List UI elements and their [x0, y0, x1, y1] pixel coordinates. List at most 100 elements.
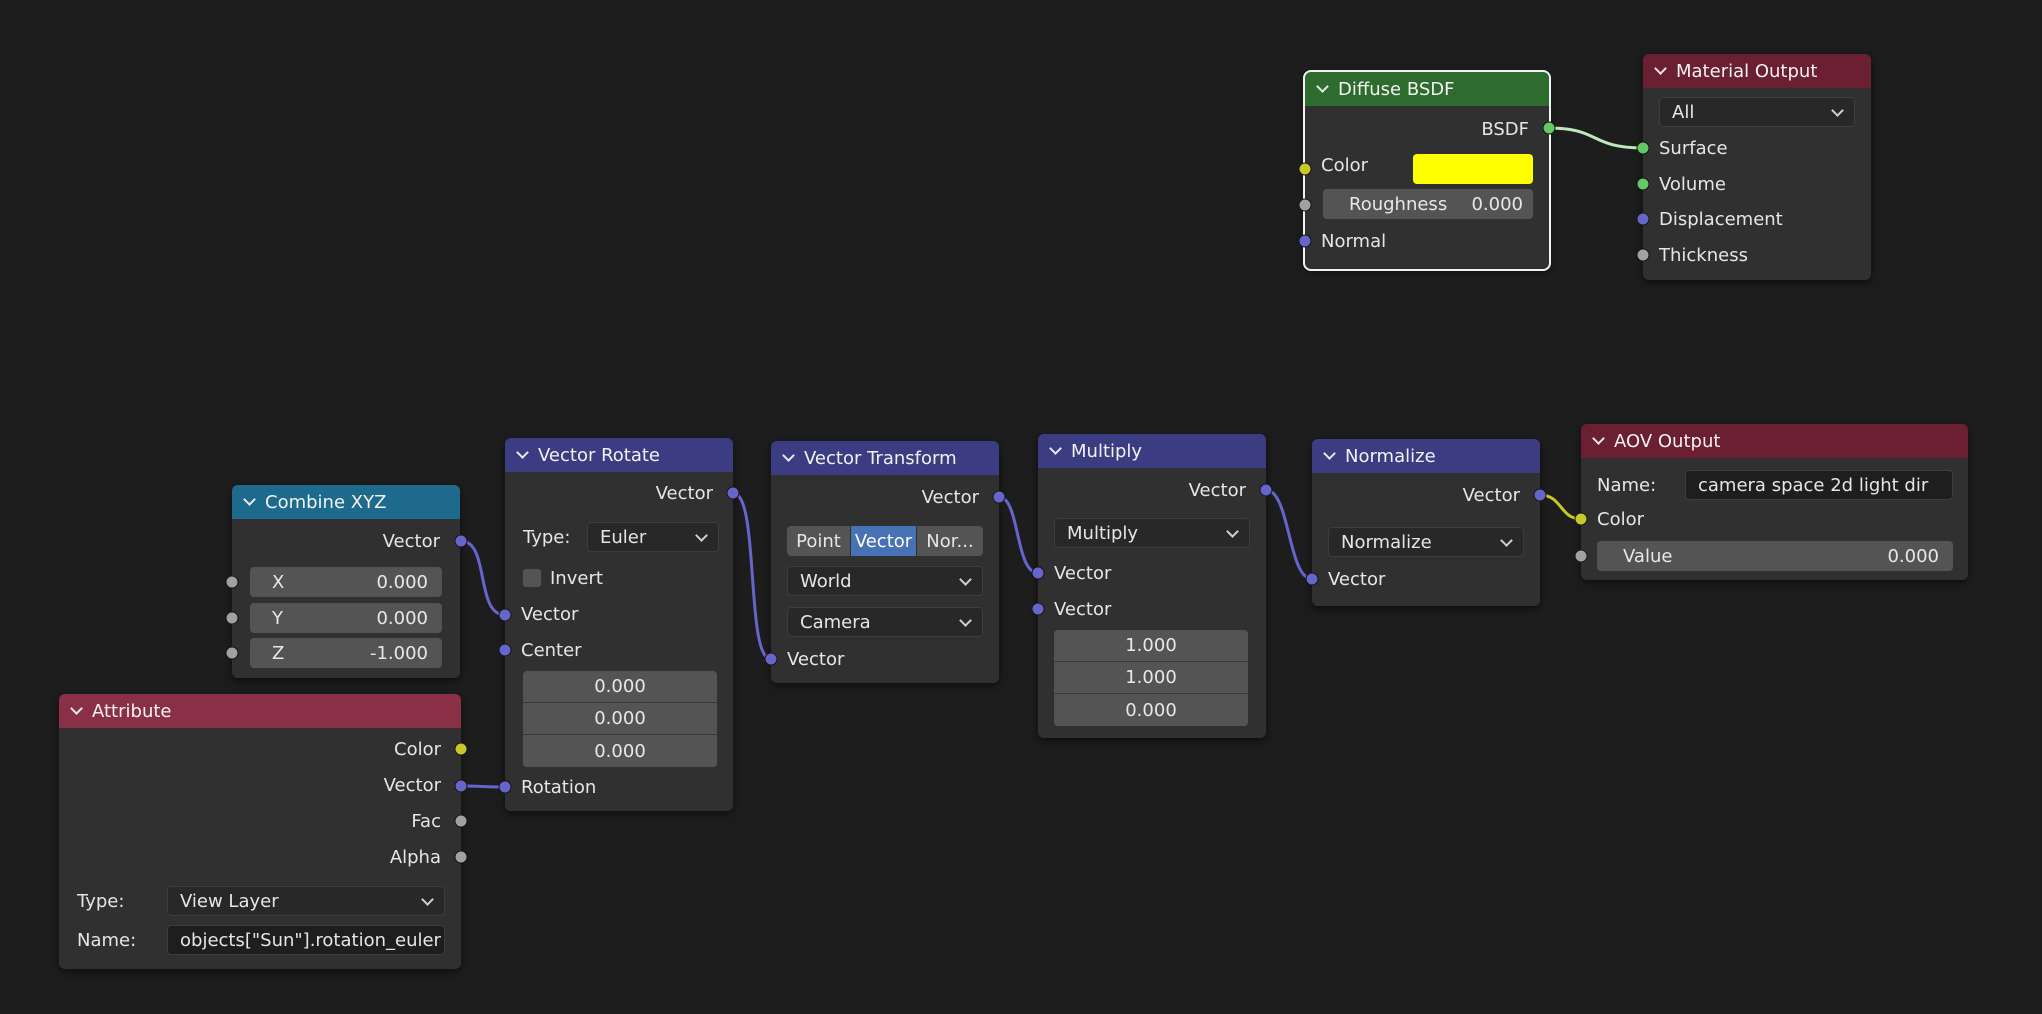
node-header[interactable]: Normalize [1312, 439, 1540, 473]
collapse-chevron-icon[interactable] [244, 494, 256, 506]
input-value: objects["Sun"].rotation_euler [180, 929, 441, 951]
vector-b-z-field[interactable]: 0.000 [1054, 694, 1248, 726]
link-attribute-to-rotate [460, 784, 506, 789]
node-diffuse-bsdf[interactable]: Diffuse BSDF BSDF Color Roughness 0.000 … [1303, 70, 1551, 271]
name-label: Name: [1597, 474, 1657, 496]
checkbox-box[interactable] [523, 569, 541, 587]
operation-dropdown[interactable]: Multiply [1054, 518, 1250, 548]
dropdown-value: View Layer [180, 890, 279, 912]
roughness-field[interactable]: Roughness 0.000 [1323, 189, 1533, 219]
z-field[interactable]: Z -1.000 [250, 638, 442, 668]
node-vector-rotate[interactable]: Vector Rotate Vector Type: Euler Invert … [505, 438, 733, 811]
vector-b-fields[interactable]: 1.000 1.000 0.000 [1054, 630, 1248, 726]
input-row-center: Center [505, 635, 733, 665]
input-label: Surface [1659, 137, 1728, 159]
input-label: Vector [1328, 568, 1386, 590]
type-dropdown[interactable]: View Layer [167, 886, 445, 916]
output-label: Vector [655, 482, 713, 504]
node-attribute[interactable]: Attribute Color Vector Fac Alpha Type: V… [59, 694, 461, 969]
node-title: Attribute [92, 700, 172, 722]
collapse-chevron-icon[interactable] [1324, 448, 1336, 460]
input-row-normal: Normal [1305, 226, 1549, 256]
name-input[interactable]: objects["Sun"].rotation_euler [167, 925, 445, 955]
collapse-chevron-icon[interactable] [783, 450, 795, 462]
node-header[interactable]: Combine XYZ [232, 485, 460, 519]
output-row: Vector [505, 478, 733, 508]
input-label: Vector [521, 603, 579, 625]
toggle-point[interactable]: Point [787, 526, 851, 556]
node-header[interactable]: Vector Rotate [505, 438, 733, 472]
toggle-vector[interactable]: Vector [851, 526, 917, 556]
node-header[interactable]: AOV Output [1581, 424, 1968, 458]
node-header[interactable]: Vector Transform [771, 441, 999, 475]
field-label: Y [272, 607, 283, 629]
chevron-down-icon [959, 614, 972, 627]
output-row: Vector [1038, 475, 1266, 505]
vector-b-y-field[interactable]: 1.000 [1054, 662, 1248, 694]
field-value: 0.000 [376, 607, 428, 629]
value-field[interactable]: Value 0.000 [1597, 541, 1953, 571]
input-row-vector: Vector [1312, 564, 1540, 594]
dropdown-value: World [800, 570, 852, 592]
node-header[interactable]: Material Output [1643, 54, 1871, 88]
field-value: -1.000 [369, 642, 428, 664]
input-label: Color [1597, 508, 1644, 530]
link-rotate-to-transform [732, 491, 772, 661]
node-combine-xyz[interactable]: Combine XYZ Vector X 0.000 Y 0.000 Z -1.… [232, 485, 460, 678]
dropdown-value: Multiply [1067, 522, 1139, 544]
collapse-chevron-icon[interactable] [71, 703, 83, 715]
node-aov-output[interactable]: AOV Output Name: camera space 2d light d… [1581, 424, 1968, 580]
node-title: Normalize [1345, 445, 1436, 467]
link-combine-to-rotate [460, 539, 506, 617]
x-field[interactable]: X 0.000 [250, 567, 442, 597]
invert-checkbox[interactable]: Invert [523, 563, 603, 593]
vector-b-x-field[interactable]: 1.000 [1054, 630, 1248, 662]
input-label: Vector [1054, 562, 1112, 584]
collapse-chevron-icon[interactable] [1655, 63, 1667, 75]
input-row-vector-b: Vector [1038, 594, 1266, 624]
node-normalize[interactable]: Normalize Vector Normalize Vector [1312, 439, 1540, 606]
color-swatch[interactable] [1413, 154, 1533, 184]
input-row-vector-a: Vector [1038, 558, 1266, 588]
output-label: Vector [383, 774, 441, 796]
node-header[interactable]: Diffuse BSDF [1305, 72, 1549, 106]
node-material-output[interactable]: Material Output All Surface Volume Displ… [1643, 54, 1871, 280]
chevron-down-icon [1226, 525, 1239, 538]
node-vector-transform[interactable]: Vector Transform Vector Point Vector Nor… [771, 441, 999, 683]
y-field[interactable]: Y 0.000 [250, 603, 442, 633]
name-label: Name: [77, 929, 137, 951]
from-space-dropdown[interactable]: World [787, 566, 983, 596]
collapse-chevron-icon[interactable] [1593, 433, 1605, 445]
field-label: Value [1623, 545, 1673, 567]
node-multiply[interactable]: Multiply Vector Multiply Vector Vector 1… [1038, 434, 1266, 738]
input-row-volume: Volume [1643, 169, 1871, 199]
input-label: Vector [1054, 598, 1112, 620]
node-header[interactable]: Attribute [59, 694, 461, 728]
center-vector-fields[interactable]: 0.000 0.000 0.000 [523, 671, 717, 767]
type-dropdown[interactable]: Euler [587, 522, 719, 552]
center-y-field[interactable]: 0.000 [523, 703, 717, 735]
output-row: Vector [1312, 480, 1540, 510]
center-x-field[interactable]: 0.000 [523, 671, 717, 703]
to-space-dropdown[interactable]: Camera [787, 607, 983, 637]
dropdown-value: Normalize [1341, 531, 1432, 553]
link-normalize-to-aov [1539, 493, 1582, 521]
center-z-field[interactable]: 0.000 [523, 735, 717, 767]
field-label: X [272, 571, 285, 593]
type-toggle[interactable]: Point Vector Nor... [787, 526, 983, 556]
input-label: Rotation [521, 776, 597, 798]
node-header[interactable]: Multiply [1038, 434, 1266, 468]
node-title: Vector Transform [804, 447, 957, 469]
input-row-vector: Vector [505, 599, 733, 629]
input-label: Thickness [1659, 244, 1748, 266]
toggle-normal[interactable]: Nor... [917, 526, 983, 556]
collapse-chevron-icon[interactable] [1050, 443, 1062, 455]
output-label: Vector [382, 530, 440, 552]
aov-name-input[interactable]: camera space 2d light dir [1685, 470, 1953, 500]
operation-dropdown[interactable]: Normalize [1328, 527, 1524, 557]
target-dropdown[interactable]: All [1659, 97, 1855, 127]
link-bsdf-to-surface [1548, 126, 1644, 150]
collapse-chevron-icon[interactable] [517, 447, 529, 459]
collapse-chevron-icon[interactable] [1317, 81, 1329, 93]
input-label: Vector [787, 648, 845, 670]
